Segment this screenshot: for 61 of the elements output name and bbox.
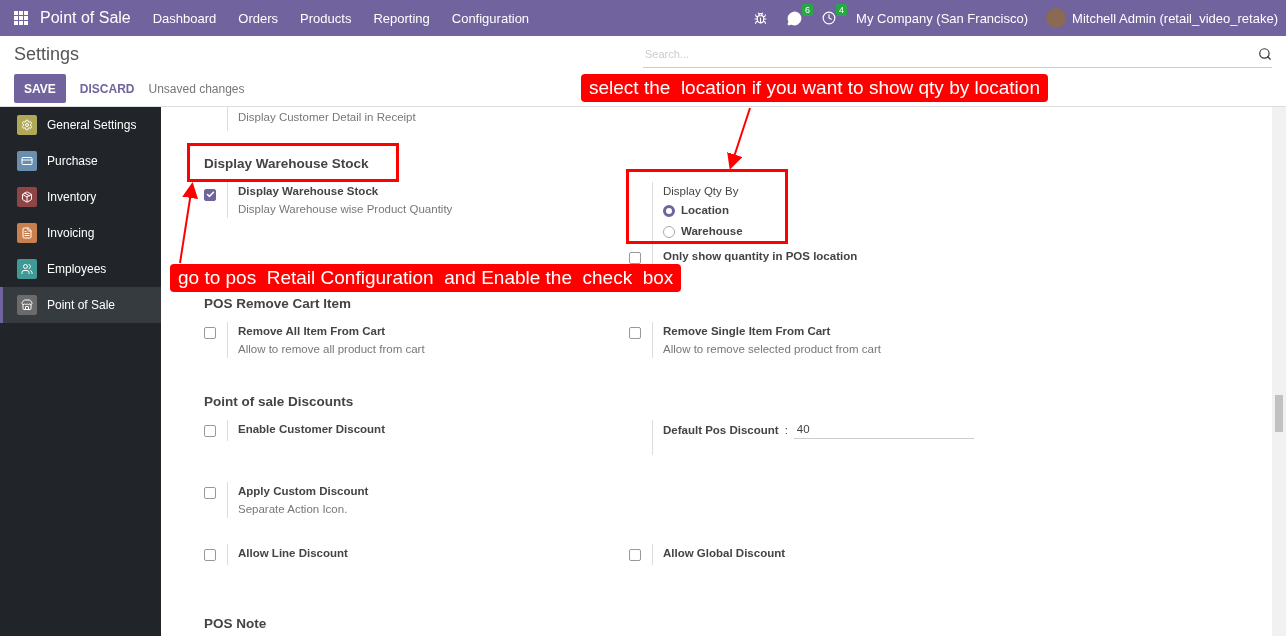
setting-label: Only show quantity in POS location [663,249,858,264]
checkbox[interactable] [204,327,216,339]
section-heading: Display Warehouse Stock [204,155,370,173]
app-title[interactable]: Point of Sale [40,9,131,27]
checkbox[interactable] [204,487,216,499]
setting-description: Display Warehouse wise Product Quantity [238,202,453,217]
section-heading: POS Remove Cart Item [204,295,353,313]
checkbox[interactable] [629,549,641,561]
setting-label: Allow Global Discount [663,546,786,561]
setting-description: Allow to remove all product from cart [238,342,425,357]
setting-label: Apply Custom Discount [238,484,369,499]
bug-icon[interactable] [754,11,768,25]
setting-label: Default Pos Discount [663,422,779,438]
menu-item[interactable]: Dashboard [152,10,217,26]
checkbox[interactable] [204,549,216,561]
apps-grid-icon[interactable] [14,11,28,25]
setting-label: Display Warehouse Stock [238,184,380,199]
chat-icon[interactable] [787,10,803,26]
arrow [727,107,751,170]
sidebar-item[interactable]: Invoicing [0,215,161,251]
annotation-callout: select the location if you want to show qty by location [581,74,1048,102]
message-count: 6 [802,3,814,16]
sidebar-item[interactable]: Purchase [0,143,161,179]
sidebar-item[interactable]: Employees [0,251,161,287]
discard-button[interactable]: DISCARD [75,81,139,96]
save-button[interactable]: SAVE [14,74,66,103]
radio-label: Warehouse [681,224,743,239]
menu-item[interactable]: Products [300,10,352,26]
menu-item[interactable]: Orders [238,10,279,26]
search-icon[interactable] [1258,46,1272,61]
radio-label: Location [681,203,729,218]
clock-icon[interactable] [822,11,837,25]
sidebar-item[interactable]: General Settings [0,107,161,143]
checkbox[interactable] [204,188,216,201]
setting-label: Remove All Item From Cart [238,324,387,339]
scrollbar[interactable] [1272,107,1286,636]
colon-separator: : [784,423,788,436]
checkbox[interactable] [629,327,641,339]
setting-description: Allow to remove selected product from cart [663,342,881,357]
setting-label: Remove Single Item From Cart [663,324,832,339]
section-heading: POS Note [204,615,268,633]
company-name[interactable]: My Company (San Francisco) [856,10,1029,26]
user-name[interactable]: Mitchell Admin (retail_video_retake) [1072,10,1278,26]
setting-description: Display Customer Detail in Receipt [238,110,416,125]
setting-description: Separate Action Icon. [238,502,349,517]
section-heading: Point of sale Discounts [204,393,355,411]
sidebar-item[interactable]: Inventory [0,179,161,215]
sidebar-item[interactable]: Point of Sale [0,287,161,323]
setting-label: Allow Line Discount [238,546,348,561]
annotation-callout: go to pos Retail Configuration and Enable the check box [170,264,682,292]
radio-button[interactable] [663,204,675,217]
checkbox[interactable] [629,252,641,264]
page-title: Settings [14,43,81,65]
checkbox[interactable] [204,425,216,437]
radio-button[interactable] [663,225,675,238]
setting-label: Enable Customer Discount [238,422,385,437]
setting-label: Display Qty By [663,184,740,199]
status-text: Unsaved changes [148,81,245,96]
activity-count: 4 [836,4,848,16]
menu-item[interactable]: Reporting [373,10,430,26]
menu-item[interactable]: Configuration [451,10,530,26]
